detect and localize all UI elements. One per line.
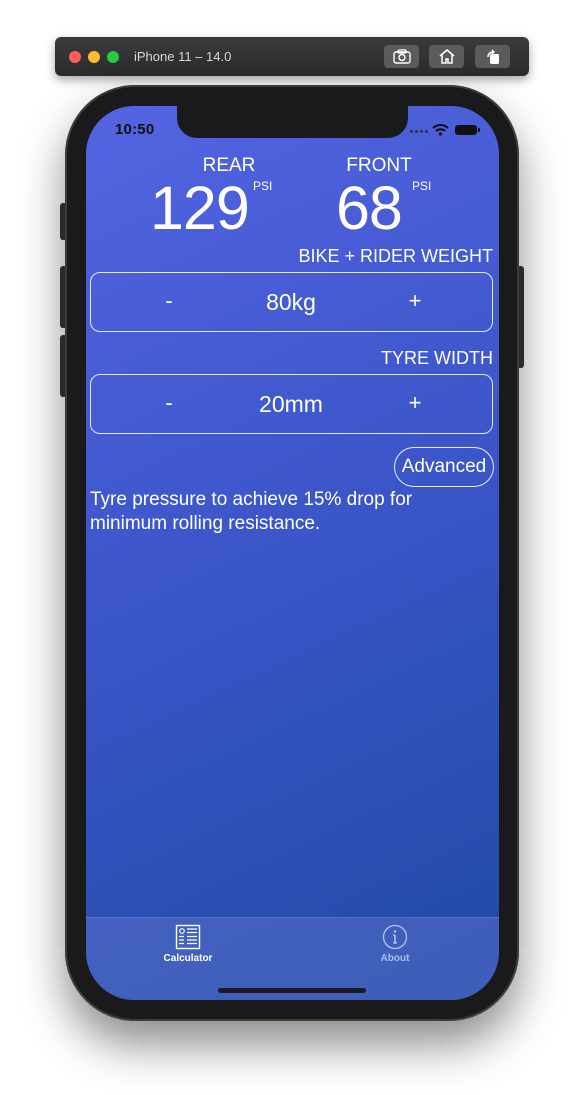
tab-calculator-label: Calculator [163,953,213,964]
front-pressure-unit: PSI [412,179,432,193]
screenshot-icon [392,49,411,64]
status-time: 10:50 [115,121,155,138]
rear-pressure-value: 129 [150,174,250,242]
rear-pressure-unit: PSI [253,179,273,193]
front-pressure-value: 68 [336,174,403,242]
tab-about[interactable]: About [335,924,455,976]
tyre-width-label: TYRE WIDTH [381,348,493,368]
tyre-width-decrement-button[interactable]: - [154,388,184,418]
home-icon [438,49,455,64]
tyre-width-value: 20mm [259,391,323,417]
app-screen: 10:50 REAR FRONT 129 PSI 68 PSI BIKE + R… [86,106,499,1000]
rotate-icon [486,49,499,64]
simulator-title-bar: iPhone 11 – 14.0 [55,37,529,76]
weight-stepper: - 80kg + [90,272,493,332]
home-button[interactable] [429,45,464,68]
screenshot-button[interactable] [384,45,419,68]
window-zoom-button[interactable] [107,51,119,63]
tab-calculator[interactable]: Calculator [128,924,248,976]
rotate-button[interactable] [475,45,510,68]
wifi-icon [432,124,449,136]
notch [177,106,408,138]
home-indicator[interactable] [218,988,366,993]
advanced-button[interactable]: Advanced [394,447,494,487]
status-icons [410,124,484,136]
weight-increment-button[interactable]: + [400,286,430,316]
weight-label: BIKE + RIDER WEIGHT [298,246,493,266]
info-icon [382,924,408,950]
window-close-button[interactable] [69,51,81,63]
description-text: Tyre pressure to achieve 15% drop for mi… [90,489,413,534]
weight-value: 80kg [266,289,316,315]
simulator-title: iPhone 11 – 14.0 [134,49,232,64]
tab-about-label: About [380,953,410,964]
tyre-width-stepper: - 20mm + [90,374,493,434]
window-minimize-button[interactable] [88,51,100,63]
weight-decrement-button[interactable]: - [154,286,184,316]
battery-icon [455,125,480,135]
tyre-width-increment-button[interactable]: + [400,388,430,418]
calculator-icon [175,924,201,950]
signal-dots-icon [410,130,428,133]
